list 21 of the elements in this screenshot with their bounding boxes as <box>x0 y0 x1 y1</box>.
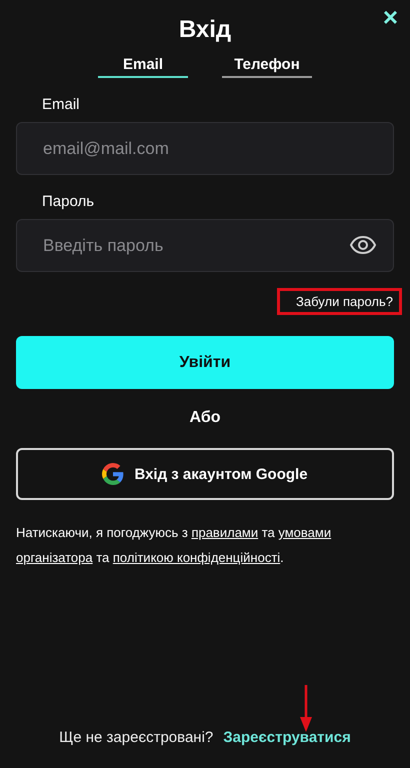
register-link[interactable]: Зареєструватися <box>223 729 351 746</box>
consent-text: Натискаючи, я погоджуюсь з правилами та умовами організатора та політикою конфіденційності. <box>16 524 332 567</box>
eye-icon[interactable] <box>350 236 376 254</box>
field-label: Email <box>42 96 81 113</box>
policy-link[interactable]: організатора <box>16 550 93 565</box>
forgot-password-link[interactable]: Забули пароль? <box>277 288 402 315</box>
policy-link[interactable]: умовами <box>278 525 332 540</box>
login-button[interactable]: Увійти <box>16 336 394 389</box>
email-field[interactable]: email@mail.com <box>16 122 394 175</box>
policy-link[interactable]: політикою конфіденційності <box>112 550 280 565</box>
google-icon <box>102 463 124 485</box>
register-question: Ще не зареєстровані? <box>59 729 214 746</box>
field-label: Пароль <box>42 193 96 210</box>
password-field[interactable]: Введіть пароль <box>16 219 394 272</box>
policy-link[interactable]: правилами <box>191 525 258 540</box>
dialog-title: Вхід <box>178 16 232 44</box>
tab[interactable]: Телефон <box>222 54 312 78</box>
google-login-button[interactable]: Вхід з акаунтом Google <box>16 448 394 500</box>
divider-text: Або <box>188 409 222 427</box>
tab[interactable]: Email <box>98 54 188 78</box>
close-button[interactable]: × <box>380 4 400 30</box>
